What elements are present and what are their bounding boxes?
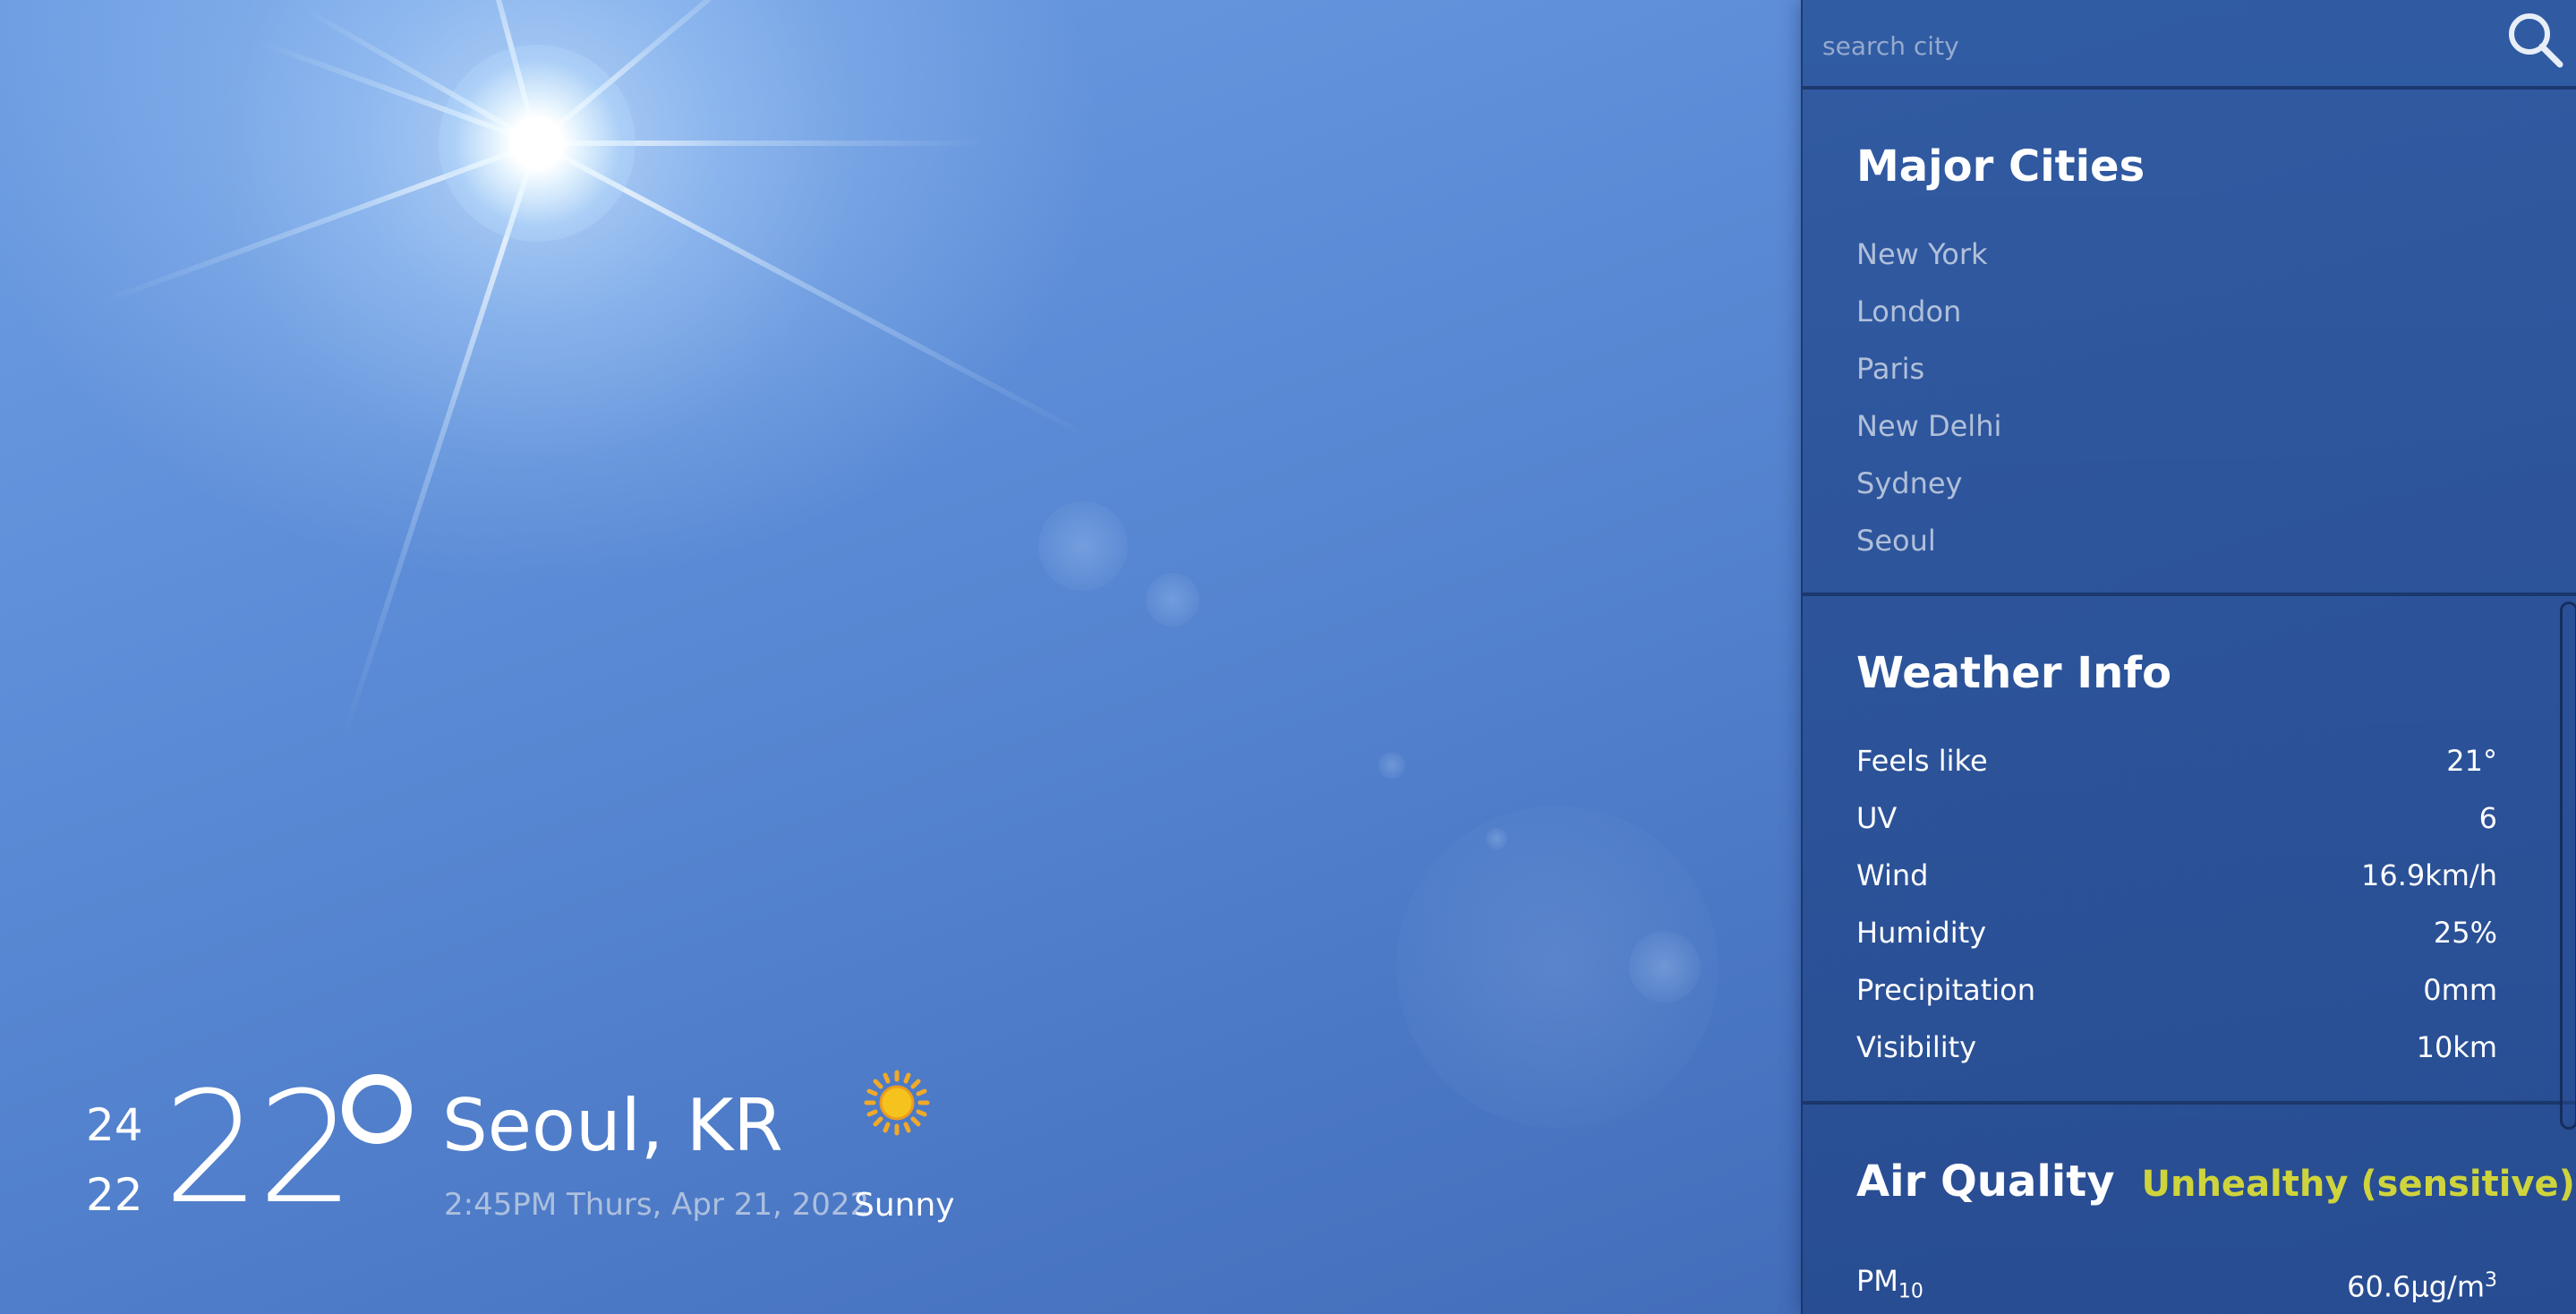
city-link-sydney[interactable]: Sydney xyxy=(1856,455,2497,512)
scrollbar-thumb[interactable] xyxy=(2560,602,2576,1130)
degree-symbol xyxy=(342,1074,412,1144)
info-label: Feels like xyxy=(1856,744,1988,778)
major-cities-section: Major Cities New York London Paris New D… xyxy=(1803,90,2576,596)
high-temp: 24 xyxy=(86,1099,143,1151)
weather-info-title: Weather Info xyxy=(1856,648,2172,698)
info-value: 10km xyxy=(2416,1030,2497,1064)
info-label: Humidity xyxy=(1856,916,1987,950)
city-link-new-york[interactable]: New York xyxy=(1856,226,2497,283)
high-low-temps: 24 22 xyxy=(86,1090,143,1230)
local-datetime: 2:45PM Thurs, Apr 21, 2022 xyxy=(444,1187,870,1223)
sidebar-panel: Major Cities New York London Paris New D… xyxy=(1801,0,2576,1314)
air-quality-section: Air Quality Unhealthy (sensitive) PM10 60… xyxy=(1803,1105,2576,1314)
info-value: 25% xyxy=(2433,916,2497,950)
low-temp: 22 xyxy=(86,1169,143,1221)
search-icon[interactable] xyxy=(2504,9,2567,72)
aq-label-main: PM xyxy=(1856,1264,1898,1298)
weather-app: 24 22 22 Seoul, KR 2:45PM Thurs, Apr 21,… xyxy=(0,0,2576,1314)
city-name: Seoul, KR xyxy=(442,1084,783,1167)
city-link-london[interactable]: London xyxy=(1856,283,2497,340)
city-link-new-delhi[interactable]: New Delhi xyxy=(1856,397,2497,455)
air-quality-title: Air Quality xyxy=(1856,1156,2115,1207)
info-label: Precipitation xyxy=(1856,973,2036,1007)
info-label: UV xyxy=(1856,801,1898,835)
info-row-visibility: Visibility 10km xyxy=(1856,1019,2497,1076)
lens-flare xyxy=(1038,501,1128,591)
info-label: Wind xyxy=(1856,858,1929,892)
info-value: 6 xyxy=(2478,801,2497,835)
info-value: 0mm xyxy=(2423,973,2497,1007)
lens-flare xyxy=(1378,752,1405,779)
info-row-wind: Wind 16.9km/h xyxy=(1856,847,2497,904)
aq-value: 60.6μg/m3 xyxy=(2347,1252,2497,1314)
city-list: New York London Paris New Delhi Sydney S… xyxy=(1856,226,2497,569)
lens-flare xyxy=(1396,806,1719,1128)
info-row-uv: UV 6 xyxy=(1856,789,2497,847)
weather-info-list: Feels like 21° UV 6 Wind 16.9km/h Humidi… xyxy=(1856,732,2497,1076)
info-value: 21° xyxy=(2446,744,2497,778)
major-cities-title: Major Cities xyxy=(1856,141,2145,192)
air-quality-status: Unhealthy (sensitive) xyxy=(2141,1164,2575,1205)
current-temperature: 22 xyxy=(163,1058,355,1238)
aq-label-sub: 10 xyxy=(1898,1280,1923,1303)
search-input[interactable] xyxy=(1821,20,2469,72)
city-link-paris[interactable]: Paris xyxy=(1856,340,2497,397)
aq-row-pm10: PM10 60.6μg/m3 xyxy=(1856,1252,2497,1314)
sun-core xyxy=(439,45,635,242)
condition-label: Sunny xyxy=(854,1187,955,1224)
sun-icon xyxy=(864,1070,930,1136)
aq-label: PM10 xyxy=(1856,1252,1923,1314)
aq-value-sup: 3 xyxy=(2485,1269,2497,1292)
info-label: Visibility xyxy=(1856,1030,1977,1064)
city-link-seoul[interactable]: Seoul xyxy=(1856,512,2497,569)
aq-value-main: 60.6μg/m xyxy=(2347,1269,2485,1304)
search-bar xyxy=(1803,0,2576,90)
air-quality-header: Air Quality Unhealthy (sensitive) xyxy=(1856,1153,2575,1213)
weather-info-section: Weather Info Feels like 21° UV 6 Wind 16… xyxy=(1803,596,2576,1105)
info-value: 16.9km/h xyxy=(2360,858,2497,892)
lens-flare xyxy=(1146,573,1199,627)
info-row-feels-like: Feels like 21° xyxy=(1856,732,2497,789)
info-row-precipitation: Precipitation 0mm xyxy=(1856,961,2497,1019)
info-row-humidity: Humidity 25% xyxy=(1856,904,2497,961)
